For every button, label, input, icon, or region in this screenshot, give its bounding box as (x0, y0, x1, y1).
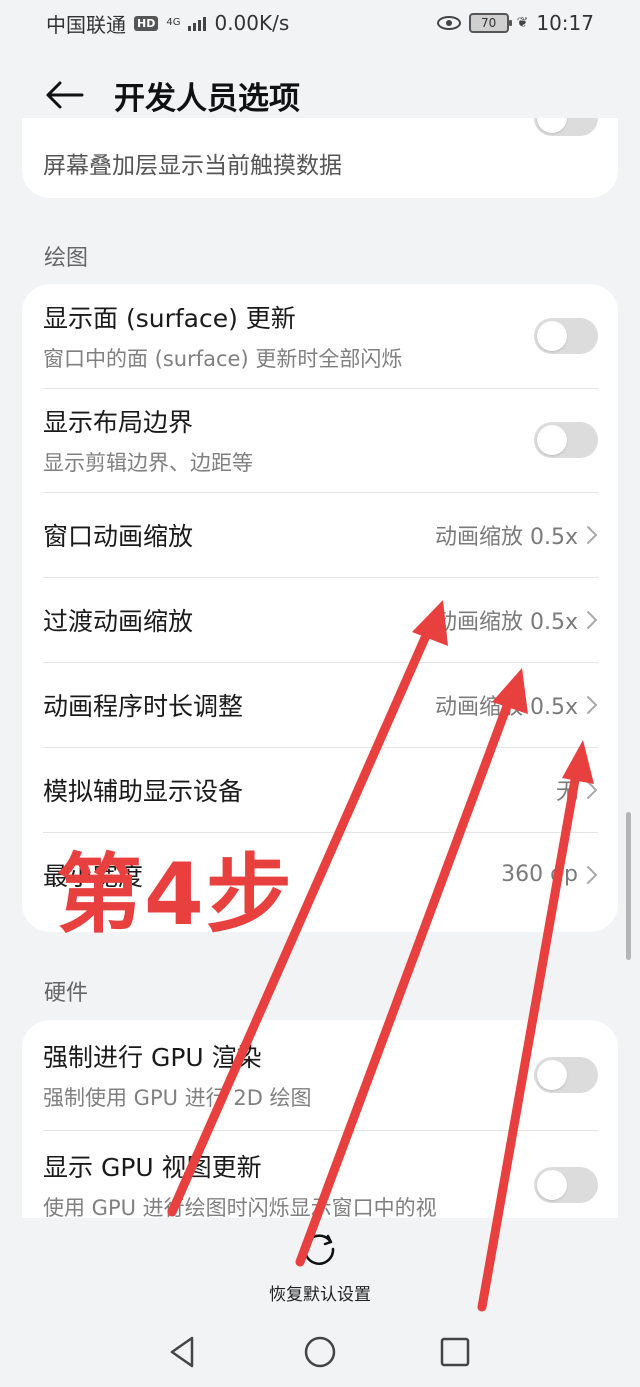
item-title: 窗口动画缩放 (43, 521, 194, 551)
chevron-right-icon (587, 695, 598, 714)
network-speed: 0.00K/s (214, 11, 290, 35)
item-subtitle: 显示剪辑边界、边距等 (43, 451, 253, 475)
status-right: 70 ❦ 10:17 (436, 11, 594, 35)
item-value: 360 dp (501, 862, 578, 887)
hardware-settings-card: 强制进行 GPU 渲染 强制使用 GPU 进行 2D 绘图 显示 GPU 视图更… (22, 1020, 618, 1220)
item-subtitle: 窗口中的面 (surface) 更新时全部闪烁 (43, 347, 403, 371)
show-layout-bounds-toggle[interactable] (534, 422, 598, 458)
item-title: 强制进行 GPU 渲染 (43, 1043, 262, 1072)
chevron-right-icon (587, 780, 598, 799)
battery-level: 70 (480, 16, 497, 30)
item-title: 过渡动画缩放 (43, 606, 194, 636)
chevron-right-icon (587, 525, 598, 544)
touch-data-toggle[interactable] (534, 118, 598, 136)
network-type: 4G (166, 17, 181, 28)
simulate-secondary-display-item[interactable]: 模拟辅助显示设备 无 (22, 747, 618, 832)
chevron-right-icon (587, 610, 598, 629)
nav-recents-icon[interactable] (437, 1334, 473, 1370)
item-title: 模拟辅助显示设备 (43, 776, 244, 806)
leaf-icon: ❦ (516, 15, 529, 31)
section-label-hardware: 硬件 (44, 981, 89, 1006)
transition-animation-scale-item[interactable]: 过渡动画缩放 动画缩放 0.5x (22, 577, 618, 662)
chevron-right-icon (587, 865, 598, 884)
eye-icon (436, 16, 461, 30)
page-title: 开发人员选项 (114, 80, 300, 117)
battery-icon: 70 (468, 13, 512, 33)
item-value: 无 (555, 779, 578, 805)
touch-data-subtitle: 屏幕叠加层显示当前触摸数据 (43, 153, 342, 179)
item-title: 显示布局边界 (43, 408, 194, 437)
touch-data-item[interactable]: 屏幕叠加层显示当前触摸数据 (22, 118, 618, 198)
item-value: 动画缩放 0.5x (434, 609, 578, 635)
show-surface-updates-toggle[interactable] (534, 318, 598, 354)
item-title: 动画程序时长调整 (43, 691, 244, 721)
nav-home-icon[interactable] (302, 1334, 338, 1370)
show-gpu-view-updates-item[interactable]: 显示 GPU 视图更新 使用 GPU 进行绘图时闪烁显示窗口中的视 (22, 1130, 618, 1220)
show-layout-bounds-item[interactable]: 显示布局边界 显示剪辑边界、边距等 (22, 388, 618, 492)
force-gpu-rendering-toggle[interactable] (534, 1057, 598, 1093)
step-annotation-label: 第4步 (56, 845, 294, 945)
status-left: 中国联通 HD 4G 0.00K/s (46, 9, 289, 38)
nav-back-icon[interactable] (166, 1334, 202, 1370)
show-surface-updates-item[interactable]: 显示面 (surface) 更新 窗口中的面 (surface) 更新时全部闪烁 (22, 284, 618, 388)
status-bar: 中国联通 HD 4G 0.00K/s 70 ❦ 10:17 (0, 0, 640, 46)
item-value: 动画缩放 0.5x (434, 694, 578, 720)
scrollbar-thumb[interactable] (626, 812, 631, 960)
section-label-drawing: 绘图 (44, 246, 89, 271)
reset-defaults-button[interactable]: 恢复默认设置 (0, 1232, 640, 1305)
item-value: 动画缩放 0.5x (434, 524, 578, 550)
reset-icon (303, 1234, 335, 1265)
back-arrow-icon (46, 81, 84, 109)
carrier-name: 中国联通 (46, 12, 126, 37)
hd-badge: HD (134, 15, 159, 31)
show-gpu-view-updates-toggle[interactable] (534, 1167, 598, 1203)
item-title: 显示 GPU 视图更新 (43, 1153, 262, 1182)
back-button[interactable] (34, 65, 94, 125)
item-subtitle: 使用 GPU 进行绘图时闪烁显示窗口中的视 (43, 1196, 437, 1220)
signal-icon (188, 15, 207, 31)
reset-defaults-label: 恢复默认设置 (269, 1285, 371, 1305)
force-gpu-rendering-item[interactable]: 强制进行 GPU 渲染 强制使用 GPU 进行 2D 绘图 (22, 1020, 618, 1130)
animator-duration-scale-item[interactable]: 动画程序时长调整 动画缩放 0.5x (22, 662, 618, 747)
item-title: 显示面 (surface) 更新 (43, 304, 296, 333)
item-subtitle: 强制使用 GPU 进行 2D 绘图 (43, 1086, 312, 1110)
window-animation-scale-item[interactable]: 窗口动画缩放 动画缩放 0.5x (22, 492, 618, 577)
clock: 10:17 (536, 11, 594, 35)
